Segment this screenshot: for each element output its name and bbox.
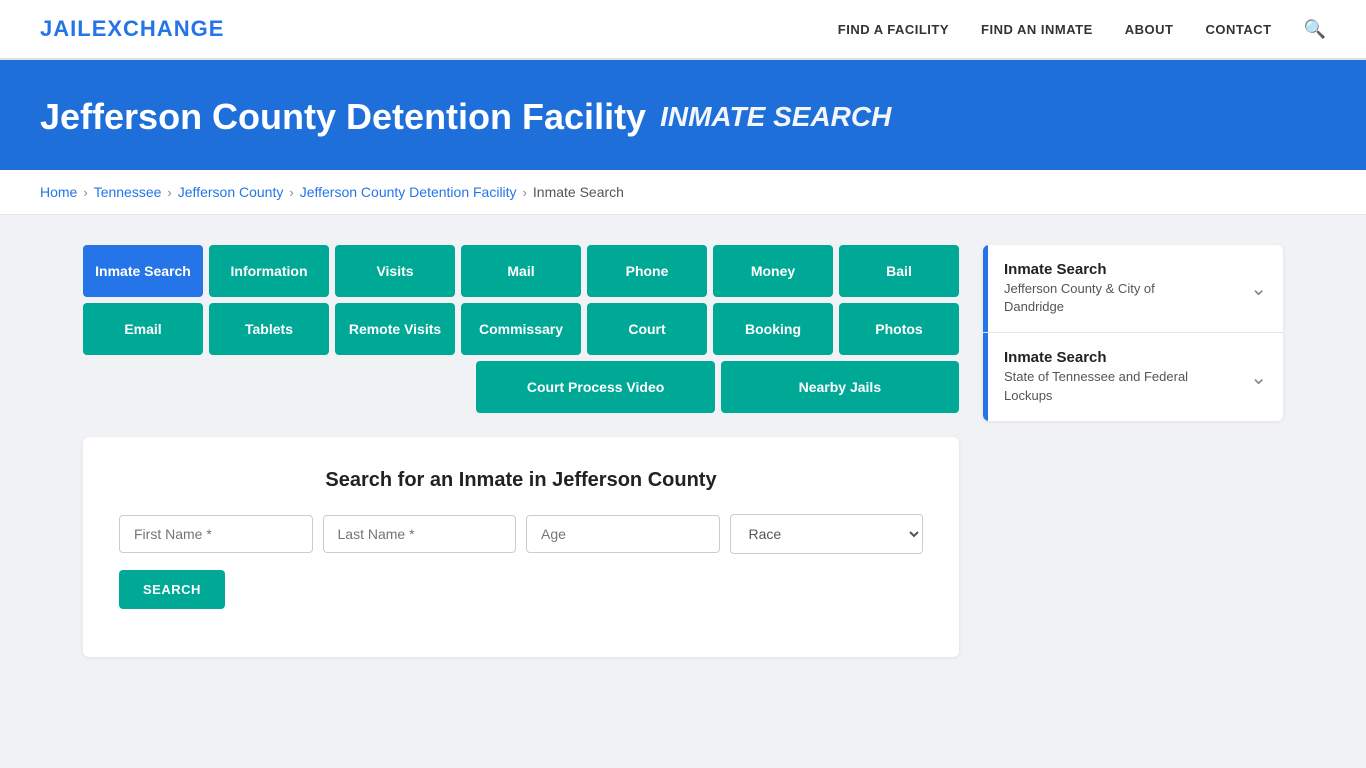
tab-booking[interactable]: Booking — [713, 303, 833, 355]
hero-section: Jefferson County Detention Facility INMA… — [0, 60, 1366, 170]
nav-links: FIND A FACILITY FIND AN INMATE ABOUT CON… — [838, 19, 1326, 40]
form-row-button: SEARCH — [119, 570, 923, 609]
tab-remote-visits[interactable]: Remote Visits — [335, 303, 455, 355]
nav-about[interactable]: ABOUT — [1125, 22, 1174, 37]
search-form-box: Search for an Inmate in Jefferson County… — [83, 437, 959, 657]
breadcrumb-home[interactable]: Home — [40, 184, 77, 200]
sidebar-item-1-title: Inmate Search — [1004, 261, 1218, 278]
sidebar-item-2-title: Inmate Search — [1004, 349, 1218, 366]
sidebar-chevron-1[interactable]: ⌄ — [1234, 245, 1283, 332]
tab-commissary[interactable]: Commissary — [461, 303, 581, 355]
breadcrumb-sep-2: › — [167, 185, 171, 200]
search-form-title: Search for an Inmate in Jefferson County — [119, 469, 923, 492]
breadcrumb-facility[interactable]: Jefferson County Detention Facility — [300, 184, 517, 200]
tab-email[interactable]: Email — [83, 303, 203, 355]
tabs-row2: Email Tablets Remote Visits Commissary C… — [83, 303, 959, 355]
tab-court[interactable]: Court — [587, 303, 707, 355]
sidebar-item-2-sub: State of Tennessee and Federal Lockups — [1004, 368, 1218, 404]
breadcrumb-tennessee[interactable]: Tennessee — [94, 184, 162, 200]
main-area: Inmate Search Information Visits Mail Ph… — [43, 215, 1323, 687]
tab-nearby-jails[interactable]: Nearby Jails — [721, 361, 959, 413]
nav-contact[interactable]: CONTACT — [1205, 22, 1271, 37]
breadcrumb-current: Inmate Search — [533, 184, 624, 200]
sidebar-chevron-2[interactable]: ⌄ — [1234, 333, 1283, 420]
age-input[interactable] — [526, 515, 720, 553]
left-column: Inmate Search Information Visits Mail Ph… — [83, 245, 959, 657]
tabs-row3: Court Process Video Nearby Jails — [83, 361, 959, 413]
sidebar-item-2-content: Inmate Search State of Tennessee and Fed… — [988, 333, 1234, 420]
hero-title-italic: INMATE SEARCH — [660, 101, 891, 133]
breadcrumb-sep-4: › — [523, 185, 527, 200]
tab-photos[interactable]: Photos — [839, 303, 959, 355]
tab-inmate-search[interactable]: Inmate Search — [83, 245, 203, 297]
first-name-input[interactable] — [119, 515, 313, 553]
form-row-inputs: Race White Black Hispanic Asian Other — [119, 514, 923, 554]
site-logo[interactable]: JAILEXCHANGE — [40, 16, 224, 42]
search-button[interactable]: SEARCH — [119, 570, 225, 609]
right-sidebar: Inmate Search Jefferson County & City of… — [983, 245, 1283, 423]
logo-exchange: EXCHANGE — [92, 16, 225, 41]
search-icon[interactable]: 🔍 — [1304, 19, 1326, 40]
breadcrumb-sep-3: › — [289, 185, 293, 200]
tab-tablets[interactable]: Tablets — [209, 303, 329, 355]
sidebar-item-1[interactable]: Inmate Search Jefferson County & City of… — [983, 245, 1283, 333]
hero-title: Jefferson County Detention Facility INMA… — [40, 96, 1326, 138]
tab-phone[interactable]: Phone — [587, 245, 707, 297]
sidebar-card: Inmate Search Jefferson County & City of… — [983, 245, 1283, 421]
nav-find-inmate[interactable]: FIND AN INMATE — [981, 22, 1093, 37]
tab-court-process-video[interactable]: Court Process Video — [476, 361, 714, 413]
sidebar-item-1-content: Inmate Search Jefferson County & City of… — [988, 245, 1234, 332]
tab-information[interactable]: Information — [209, 245, 329, 297]
sidebar-item-1-sub: Jefferson County & City of Dandridge — [1004, 280, 1218, 316]
last-name-input[interactable] — [323, 515, 517, 553]
nav-find-facility[interactable]: FIND A FACILITY — [838, 22, 949, 37]
race-select[interactable]: Race White Black Hispanic Asian Other — [730, 514, 924, 554]
tab-visits[interactable]: Visits — [335, 245, 455, 297]
tabs-row1: Inmate Search Information Visits Mail Ph… — [83, 245, 959, 297]
navbar: JAILEXCHANGE FIND A FACILITY FIND AN INM… — [0, 0, 1366, 60]
hero-title-text: Jefferson County Detention Facility — [40, 96, 646, 138]
sidebar-item-2[interactable]: Inmate Search State of Tennessee and Fed… — [983, 333, 1283, 420]
logo-jail: JAIL — [40, 16, 92, 41]
tab-money[interactable]: Money — [713, 245, 833, 297]
breadcrumb-jefferson-county[interactable]: Jefferson County — [178, 184, 284, 200]
tab-mail[interactable]: Mail — [461, 245, 581, 297]
breadcrumb: Home › Tennessee › Jefferson County › Je… — [0, 170, 1366, 215]
breadcrumb-sep-1: › — [83, 185, 87, 200]
tab-bail[interactable]: Bail — [839, 245, 959, 297]
